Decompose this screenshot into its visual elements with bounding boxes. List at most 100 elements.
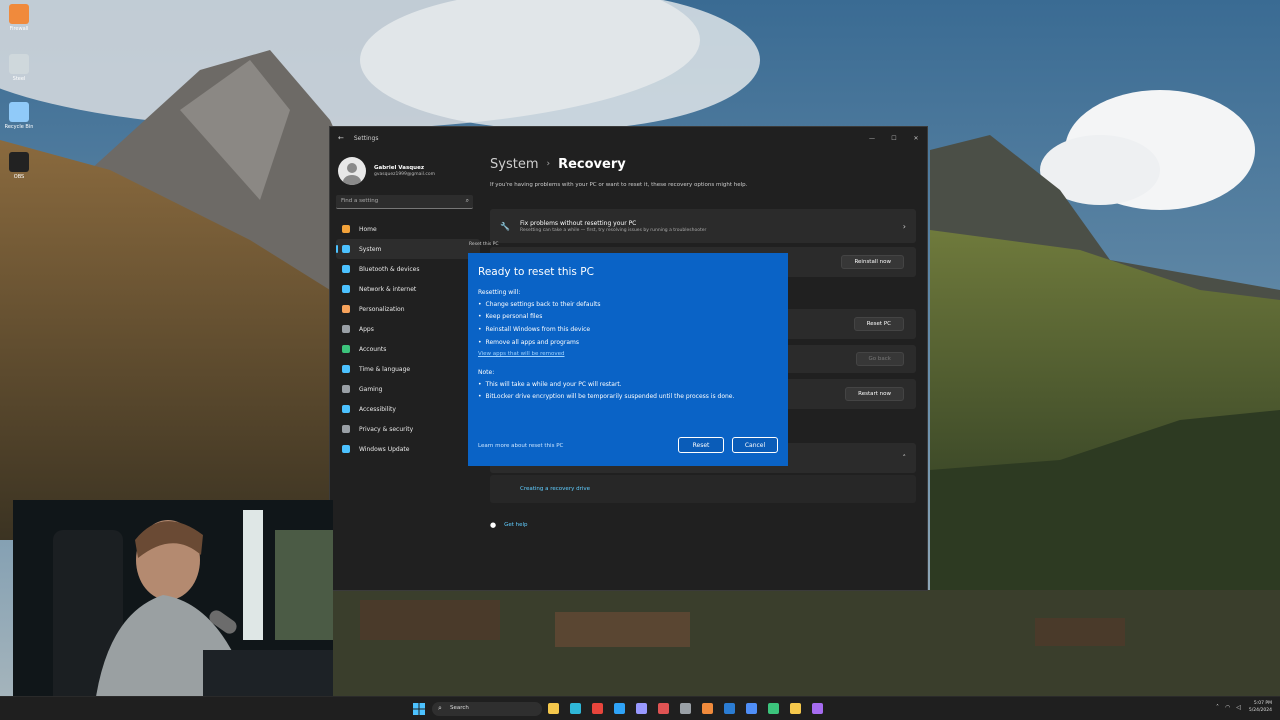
taskbar-search-label: Search [450,705,469,711]
search-input[interactable]: Find a setting ⌕ [336,195,473,209]
desktop-icon-0[interactable]: Firewall [4,4,34,32]
sidebar-item-time-language[interactable]: Time & language [336,359,480,379]
sidebar-item-label: Home [359,225,377,233]
minimize-button[interactable]: — [861,135,883,142]
fix-problems-card[interactable]: 🔧 Fix problems without resetting your PC… [490,209,916,243]
sidebar-item-privacy-security[interactable]: Privacy & security [336,419,480,439]
sidebar-item-apps[interactable]: Apps [336,319,480,339]
page-title: System › Recovery [490,153,918,175]
volume-icon[interactable]: ◁ [1236,704,1241,711]
sidebar-item-network-internet[interactable]: Network & internet [336,279,480,299]
sidebar-item-gaming[interactable]: Gaming [336,379,480,399]
taskbar: ⌕ Search ˄ ◠ ◁ 5:07 PM 5/24/2024 [0,696,1280,720]
clock-time: 5:07 PM [1253,701,1272,706]
title-bar: ← Settings — ☐ ✕ [330,127,927,149]
avatar [338,157,366,185]
reinstall-now-button[interactable]: Reinstall now [841,255,904,269]
note-list: This will take a while and your PC will … [478,378,735,404]
sidebar-item-label: Accessibility [359,405,396,413]
desktop-icon-label: Steel [12,76,26,82]
desktop-icon-1[interactable]: Steel [4,54,34,82]
intro-text: If you're having problems with your PC o… [490,182,748,188]
sidebar-item-label: Windows Update [359,445,410,453]
app-orange-icon[interactable] [702,703,713,714]
sidebar-item-label: Personalization [359,305,405,313]
close-button[interactable]: ✕ [905,135,927,142]
sidebar-item-system[interactable]: System [336,239,480,259]
go-back-button[interactable]: Go back [855,352,904,366]
gaming-icon [342,385,350,393]
windows-start-icon[interactable] [413,703,425,715]
chevron-up-icon: ˄ [902,454,907,462]
bluetooth-icon [342,265,350,273]
app-yellow-icon[interactable] [790,703,801,714]
breadcrumb-system[interactable]: System [490,157,538,172]
update-icon [342,445,350,453]
desktop-app-icon [9,54,29,74]
reset-item: Remove all apps and programs [478,336,600,349]
home-icon [342,225,350,233]
note-item: BitLocker drive encryption will be tempo… [478,391,735,404]
app-red-icon[interactable] [658,703,669,714]
user-profile[interactable]: Gabriel Vasquez gvasquez1999@gmail.com [336,153,480,189]
chrome-icon[interactable] [592,703,603,714]
nav-list: Home System Bluetooth & devices Network & i… [336,219,480,459]
reset-pc-button[interactable]: Reset PC [853,317,904,331]
photoshop-icon[interactable] [614,703,625,714]
clock-date: 5/24/2024 [1248,708,1272,713]
app-blue-icon[interactable] [746,703,757,714]
clock[interactable]: 5:07 PM 5/24/2024 [1249,700,1272,714]
globe-icon [342,365,350,373]
get-help-row[interactable]: ● Get help [490,521,528,529]
cancel-button[interactable]: Cancel [732,437,778,453]
search-placeholder: Find a setting [341,198,379,204]
profile-name: Gabriel Vasquez [374,165,425,171]
note-item: This will take a while and your PC will … [478,378,734,391]
accessibility-icon [342,405,350,413]
main-content: System › Recovery If you're having probl… [490,153,918,529]
wifi-icon[interactable]: ◠ [1225,704,1230,711]
search-icon: ⌕ [465,197,469,204]
get-help-link[interactable]: Get help [504,522,527,528]
system-icon [342,245,350,253]
edge-icon[interactable] [570,703,581,714]
app-green-icon[interactable] [768,703,779,714]
reset-item: Change settings back to their defaults [478,298,601,311]
sidebar-item-bluetooth-devices[interactable]: Bluetooth & devices [336,259,480,279]
sidebar-item-accessibility[interactable]: Accessibility [336,399,480,419]
premiere-icon[interactable] [636,703,647,714]
restart-now-button[interactable]: Restart now [845,387,904,401]
profile-email: gvasquez1999@gmail.com [374,172,435,177]
fix-card-subtitle: Resetting can take a while — first, try … [519,227,707,233]
taskbar-search[interactable]: ⌕ Search [432,702,542,716]
back-arrow-icon[interactable]: ← [338,134,344,142]
reset-button[interactable]: Reset [678,437,724,453]
desktop-icon-3[interactable]: OBS [4,152,34,180]
settings-gear-icon[interactable] [680,703,691,714]
sidebar-item-home[interactable]: Home [336,219,480,239]
desktop-app-icon [9,102,29,122]
sidebar-item-accounts[interactable]: Accounts [336,339,480,359]
reset-item: Reinstall Windows from this device [478,323,600,336]
sidebar-item-personalization[interactable]: Personalization [336,299,480,319]
search-icon: ⌕ [438,704,442,712]
chevron-up-icon[interactable]: ˄ [1216,704,1219,711]
file-explorer-icon[interactable] [548,703,559,714]
sidebar-item-windows-update[interactable]: Windows Update [336,439,480,459]
learn-more-link[interactable]: Learn more about reset this PC [478,443,563,449]
word-icon[interactable] [724,703,735,714]
window-controls: — ☐ ✕ [861,135,927,142]
app-purple-icon[interactable] [812,703,823,714]
desktop-app-icon [9,4,29,24]
desktop-app-icon [9,152,29,172]
desktop-icon-2[interactable]: Recycle Bin [4,102,34,130]
help-icon: ● [490,521,497,529]
shield-icon [342,425,350,433]
recovery-drive-row: Creating a recovery drive [490,475,916,503]
window-title: Settings [353,134,379,142]
recovery-drive-link[interactable]: Creating a recovery drive [520,486,590,492]
view-apps-link[interactable]: View apps that will be removed [478,351,565,357]
resetting-label: Resetting will: [478,289,521,296]
chevron-right-icon: › [902,221,906,231]
maximize-button[interactable]: ☐ [883,135,905,142]
